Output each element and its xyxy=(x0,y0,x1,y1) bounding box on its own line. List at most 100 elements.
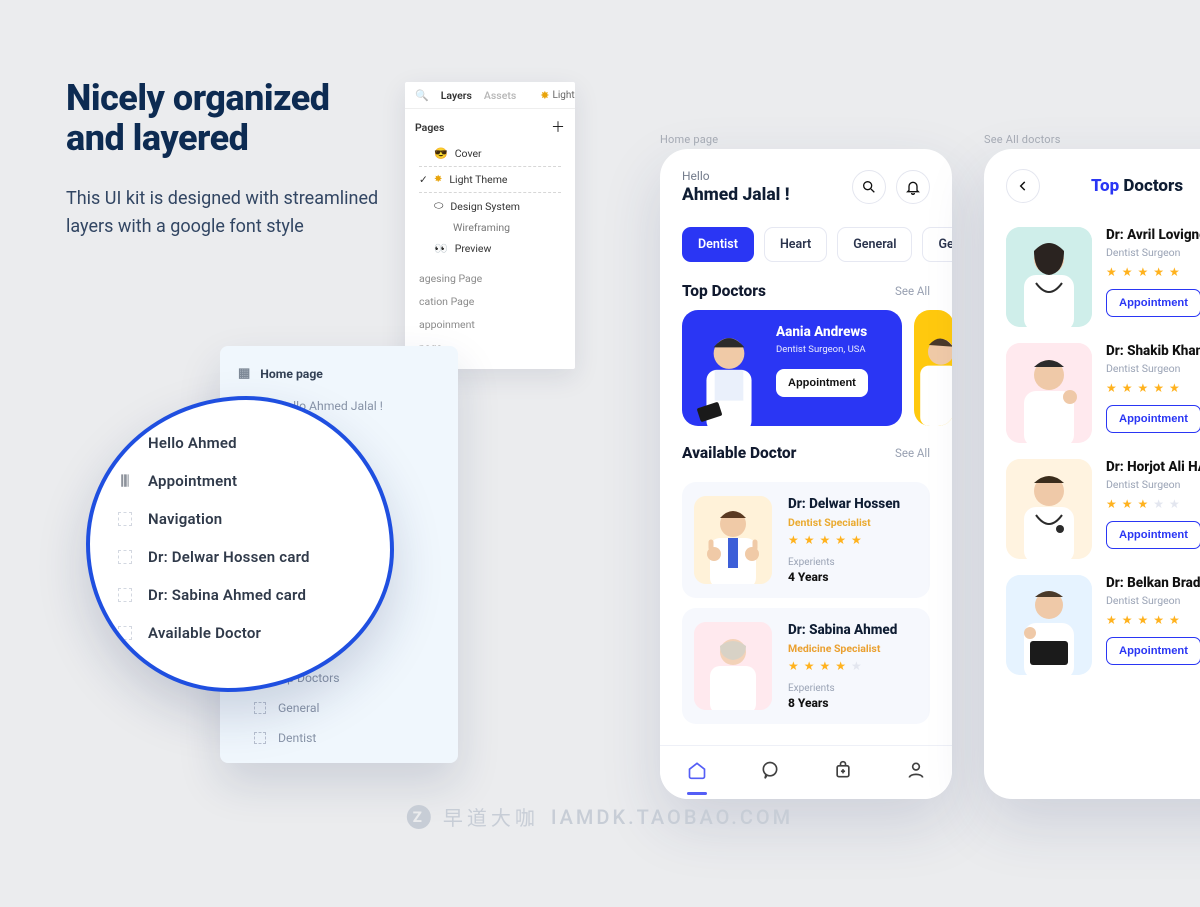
figma-layers-panel: 🔍 Layers Assets ✸Light... Pages ＋ ✓😎Cove… xyxy=(405,82,575,369)
layer-row[interactable]: cation Page xyxy=(405,290,575,313)
rating-stars: ★ ★ ★ ★ ★ xyxy=(1106,497,1200,511)
watermark-cn: 早道大咖 xyxy=(443,802,539,831)
frame-icon xyxy=(118,550,132,564)
cool-face-icon: 😎 xyxy=(434,147,448,160)
see-all-link[interactable]: See All xyxy=(895,284,930,298)
experience-label: Experients xyxy=(788,557,900,568)
headline-subtitle: This UI kit is designed with streamlined… xyxy=(66,185,406,241)
appointment-button[interactable]: Appointment xyxy=(1106,521,1200,549)
layer-row[interactable]: Dr: Sabina Ahmed card xyxy=(90,576,390,614)
doctor-row[interactable]: Dr: Avril Lovigne Dentist Surgeon ★ ★ ★ … xyxy=(984,211,1200,327)
layer-row[interactable]: appoinment xyxy=(405,313,575,336)
doctor-illustration xyxy=(1006,343,1092,443)
artboard-label-all: See All doctors xyxy=(984,133,1061,146)
doctor-sub: Medicine Specialist xyxy=(788,642,897,655)
tab-chat[interactable] xyxy=(760,760,780,785)
chat-icon xyxy=(760,760,780,780)
layer-row[interactable]: Dentist xyxy=(220,723,458,753)
bars-icon: 𝄃𝄃 xyxy=(116,472,134,490)
page-cover[interactable]: ✓😎Cover xyxy=(405,143,575,164)
doctor-illustration xyxy=(914,326,952,426)
pages-heading: Pages xyxy=(415,121,444,134)
tab-medkit[interactable] xyxy=(833,760,853,785)
doctor-name: Dr: Belkan Bradu xyxy=(1106,575,1200,591)
appointment-button[interactable]: Appointment xyxy=(1106,637,1200,665)
doctor-sub: Dentist Surgeon xyxy=(1106,594,1200,607)
doctor-row[interactable]: Dr: Shakib Khan Dentist Surgeon ★ ★ ★ ★ … xyxy=(984,327,1200,443)
frame-icon xyxy=(118,588,132,602)
doctor-card[interactable]: Dr: Delwar Hossen Dentist Specialist ★ ★… xyxy=(682,482,930,598)
headline: Nicely organized and layered This UI kit… xyxy=(66,78,406,240)
search-icon[interactable]: 🔍 xyxy=(415,89,429,102)
user-name: Ahmed Jalal ! xyxy=(682,185,790,205)
doctor-name: Dr: Avril Lovigne xyxy=(1106,227,1200,243)
doctor-sub: Dentist Surgeon, USA xyxy=(776,344,868,355)
greeting-label: Hello xyxy=(682,169,790,183)
sun-icon: ✸ xyxy=(434,174,442,185)
layer-row[interactable]: 𝄃𝄃Appointment xyxy=(90,462,390,500)
add-page-icon[interactable]: ＋ xyxy=(551,117,565,137)
layer-row[interactable]: agesing Page xyxy=(405,267,575,290)
chip-general-2[interactable]: General xyxy=(922,227,952,262)
user-icon xyxy=(906,760,926,780)
layer-row[interactable]: General xyxy=(220,693,458,723)
featured-doctor-card[interactable]: Aania Andrews Dentist Surgeon, USA Appoi… xyxy=(682,310,902,426)
phone-home: Hello Ahmed Jalal ! Dentist Heart Genera… xyxy=(660,149,952,799)
doctor-card[interactable]: Dr: Sabina Ahmed Medicine Specialist ★ ★… xyxy=(682,608,930,724)
doctor-sub: Dentist Surgeon xyxy=(1106,478,1200,491)
notification-button[interactable] xyxy=(896,170,930,204)
chip-heart[interactable]: Heart xyxy=(764,227,827,262)
frame-icon xyxy=(118,626,132,640)
doctor-name: Aania Andrews xyxy=(776,324,868,340)
tab-home[interactable] xyxy=(687,760,707,785)
sun-icon: ✸ xyxy=(540,89,549,102)
rating-stars: ★ ★ ★ ★ ★ xyxy=(1106,265,1200,279)
bell-icon xyxy=(905,179,921,195)
doctor-illustration xyxy=(694,622,772,710)
tab-layers[interactable]: Layers xyxy=(441,89,472,102)
doctor-illustration xyxy=(1006,459,1092,559)
headline-title-line2: and layered xyxy=(66,117,248,159)
frame-icon xyxy=(118,512,132,526)
home-icon xyxy=(687,760,707,780)
search-icon xyxy=(861,179,877,195)
doctor-illustration xyxy=(1006,575,1092,675)
medkit-icon xyxy=(833,760,853,780)
doctor-row[interactable]: Dr: Belkan Bradu Dentist Surgeon ★ ★ ★ ★… xyxy=(984,559,1200,675)
section-top-doctors: Top Doctors xyxy=(682,282,766,300)
toggle-icon: ⬭ xyxy=(434,199,443,213)
tab-assets[interactable]: Assets xyxy=(484,89,516,102)
eyes-icon: 👀 xyxy=(434,242,448,255)
search-button[interactable] xyxy=(852,170,886,204)
doctor-illustration xyxy=(688,322,770,426)
page-light-theme[interactable]: ✓✸Light Theme xyxy=(405,169,575,190)
layer-row[interactable]: Dr: Delwar Hossen card xyxy=(90,538,390,576)
experience-value: 8 Years xyxy=(788,696,897,710)
text-icon: T xyxy=(116,435,134,452)
doctor-row[interactable]: Dr: Horjot Ali HA Dentist Surgeon ★ ★ ★ … xyxy=(984,443,1200,559)
layer-row[interactable]: Navigation xyxy=(90,500,390,538)
doctor-sub: Dentist Specialist xyxy=(788,516,900,529)
chip-dentist[interactable]: Dentist xyxy=(682,227,754,262)
appointment-button[interactable]: Appointment xyxy=(1106,405,1200,433)
layer-row[interactable]: Available Doctor xyxy=(90,614,390,652)
page-wireframing[interactable]: ✓Wireframing xyxy=(405,217,575,238)
doctor-illustration xyxy=(694,496,772,584)
theme-switcher[interactable]: ✸Light... xyxy=(540,89,575,102)
category-chips: Dentist Heart General General xyxy=(660,213,952,264)
appointment-button[interactable]: Appointment xyxy=(1106,289,1200,317)
featured-doctor-card-peek[interactable] xyxy=(914,310,952,426)
see-all-link[interactable]: See All xyxy=(895,446,930,460)
appointment-button[interactable]: Appointment xyxy=(776,369,868,397)
doctor-name: Dr: Horjot Ali HA xyxy=(1106,459,1200,475)
rating-stars: ★ ★ ★ ★ ★ xyxy=(788,659,897,673)
page-design-system[interactable]: ✓⬭Design System xyxy=(405,195,575,217)
chip-general[interactable]: General xyxy=(837,227,912,262)
page-preview[interactable]: ✓👀Preview xyxy=(405,238,575,259)
watermark-url: IAMDK.TAOBAO.COM xyxy=(551,805,793,829)
circled-layers-lens: THello Ahmed 𝄃𝄃Appointment Navigation Dr… xyxy=(86,396,394,692)
tab-profile[interactable] xyxy=(906,760,926,785)
title-part-2: Doctors xyxy=(1119,176,1183,196)
layer-row[interactable]: THello Ahmed xyxy=(90,424,390,462)
headline-title-line1: Nicely organized xyxy=(66,77,330,119)
